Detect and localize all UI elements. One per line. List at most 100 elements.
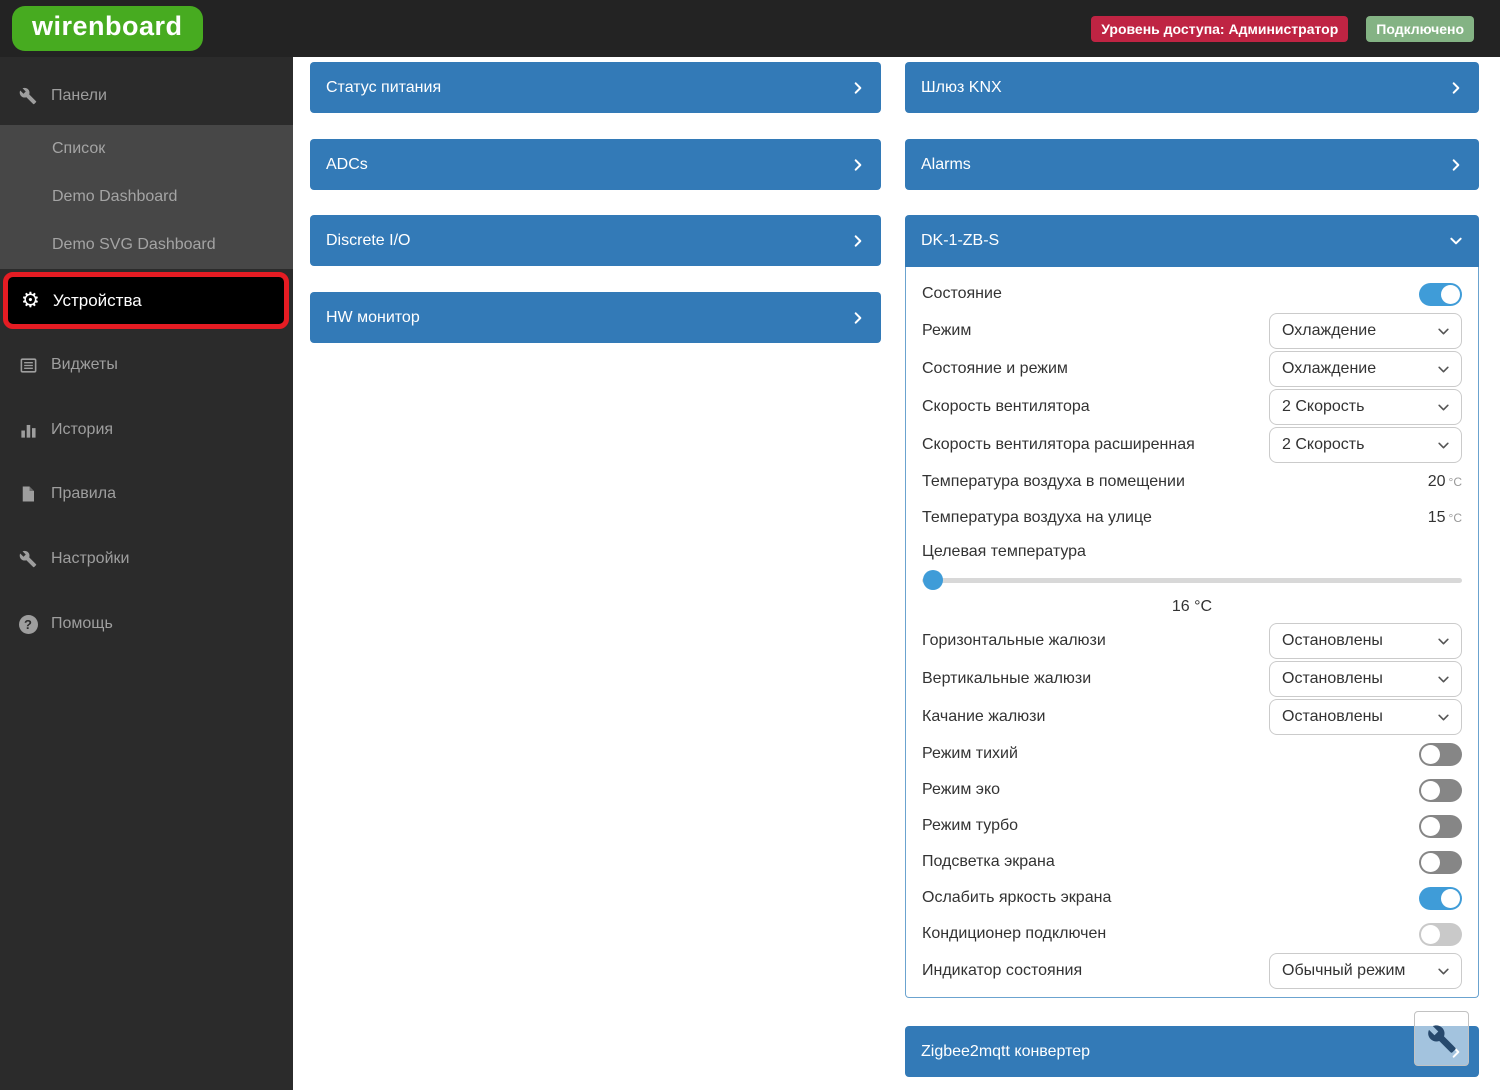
sidebar-item-label: Настройки [51, 550, 129, 568]
state-and-mode-select[interactable]: Охлаждение [1269, 351, 1462, 387]
device-row: Состояние и режим Охлаждение [922, 350, 1462, 388]
chevron-down-icon [1437, 401, 1450, 414]
eco-mode-toggle[interactable] [1419, 779, 1462, 802]
wirenboard-logo[interactable]: wirenboard [12, 6, 203, 51]
control-label: Ослабить яркость экрана [922, 889, 1111, 907]
select-value: 2 Скорость [1282, 436, 1364, 454]
top-bar: wirenboard Уровень доступа: Администрато… [0, 0, 1500, 57]
sidebar-item-demo-dashboard[interactable]: Demo Dashboard [0, 173, 293, 221]
control-label: Режим [922, 322, 971, 340]
panel-title: HW монитор [326, 309, 420, 327]
quiet-mode-toggle[interactable] [1419, 743, 1462, 766]
device-row: Горизонтальные жалюзи Остановлены [922, 622, 1462, 660]
select-value: 2 Скорость [1282, 398, 1364, 416]
control-label: Горизонтальные жалюзи [922, 632, 1106, 650]
toggle-knob [1421, 817, 1440, 836]
wrench-icon [18, 86, 38, 106]
horizontal-blinds-select[interactable]: Остановлены [1269, 623, 1462, 659]
panel-discrete-io[interactable]: Discrete I/O [310, 215, 881, 266]
sidebar-item-label: Панели [51, 87, 107, 105]
chevron-down-icon [1437, 635, 1450, 648]
control-label: Подсветка экрана [922, 853, 1055, 871]
gear-icon: ⚙ [21, 290, 40, 311]
panel-alarms[interactable]: Alarms [905, 139, 1479, 190]
chevron-right-icon [851, 158, 865, 172]
sidebar-item-rules[interactable]: Правила [0, 472, 293, 516]
control-label: Режим тихий [922, 745, 1018, 763]
chevron-right-icon [1449, 158, 1463, 172]
control-label: Состояние и режим [922, 360, 1068, 378]
control-label: Состояние [922, 285, 1002, 303]
edit-dashboard-button[interactable] [1414, 1011, 1469, 1066]
panel-zigbee2mqtt[interactable]: Zigbee2mqtt конвертер [905, 1026, 1479, 1077]
device-row: Индикатор состояния Обычный режим [922, 952, 1462, 990]
device-row: Режим тихий [922, 736, 1462, 772]
control-label: Скорость вентилятора расширенная [922, 436, 1195, 454]
select-value: Остановлены [1282, 632, 1383, 650]
panel-knx-gateway[interactable]: Шлюз KNX [905, 62, 1479, 113]
question-circle-icon: ? [18, 614, 38, 634]
mode-select[interactable]: Охлаждение [1269, 313, 1462, 349]
device-row: Ослабить яркость экрана [922, 880, 1462, 916]
connection-status-badge: Подключено [1366, 16, 1474, 42]
control-label: Кондиционер подключен [922, 925, 1106, 943]
state-toggle[interactable] [1419, 283, 1462, 306]
toggle-knob [1441, 285, 1460, 304]
toggle-knob [1441, 889, 1460, 908]
control-label: Вертикальные жалюзи [922, 670, 1091, 688]
sidebar-item-history[interactable]: История [0, 408, 293, 452]
chevron-down-icon [1437, 711, 1450, 724]
sidebar-item-widgets[interactable]: Виджеты [0, 343, 293, 387]
device-row: Режим эко [922, 772, 1462, 808]
status-indicator-select[interactable]: Обычный режим [1269, 953, 1462, 989]
device-row: Режим турбо [922, 808, 1462, 844]
sidebar-item-help[interactable]: ? Помощь [0, 602, 293, 646]
chevron-right-icon [851, 234, 865, 248]
device-row: Скорость вентилятора расширенная 2 Скоро… [922, 426, 1462, 464]
slider-thumb[interactable] [923, 570, 943, 590]
panel-power-status[interactable]: Статус питания [310, 62, 881, 113]
control-label: Температура воздуха в помещении [922, 473, 1185, 491]
file-icon [18, 484, 38, 504]
panel-title: Discrete I/O [326, 232, 410, 250]
chevron-down-icon [1449, 234, 1463, 248]
device-row: Вертикальные жалюзи Остановлены [922, 660, 1462, 698]
target-temperature-slider[interactable] [922, 570, 1462, 590]
sidebar-item-demo-svg-dashboard[interactable]: Demo SVG Dashboard [0, 221, 293, 269]
device-row: Температура воздуха на улице 15°C [922, 500, 1462, 536]
device-row: Кондиционер подключен [922, 916, 1462, 952]
slider-track[interactable] [922, 578, 1462, 583]
select-value: Охлаждение [1282, 360, 1376, 378]
chevron-right-icon [851, 81, 865, 95]
chevron-down-icon [1437, 673, 1450, 686]
panel-dk-1-zb-s[interactable]: DK-1-ZB-S [905, 215, 1479, 267]
vertical-blinds-select[interactable]: Остановлены [1269, 661, 1462, 697]
device-row: Качание жалюзи Остановлены [922, 698, 1462, 736]
turbo-mode-toggle[interactable] [1419, 815, 1462, 838]
select-value: Охлаждение [1282, 322, 1376, 340]
screen-backlight-toggle[interactable] [1419, 851, 1462, 874]
fan-speed-select[interactable]: 2 Скорость [1269, 389, 1462, 425]
ac-connected-toggle [1419, 923, 1462, 946]
panel-title: DK-1-ZB-S [921, 232, 999, 250]
panel-title: ADCs [326, 156, 368, 174]
chevron-down-icon [1437, 363, 1450, 376]
sidebar: Панели Список Demo Dashboard Demo SVG Da… [0, 57, 293, 1090]
sidebar-item-label: Помощь [51, 615, 113, 633]
sidebar-item-panels[interactable]: Панели [0, 74, 293, 118]
panel-hw-monitor[interactable]: HW монитор [310, 292, 881, 343]
sidebar-item-settings[interactable]: Настройки [0, 537, 293, 581]
sidebar-item-list[interactable]: Список [0, 125, 293, 173]
toggle-knob [1421, 925, 1440, 944]
dim-screen-toggle[interactable] [1419, 887, 1462, 910]
sidebar-item-devices[interactable]: ⚙ Устройства [3, 272, 289, 329]
panel-adcs[interactable]: ADCs [310, 139, 881, 190]
panel-title: Статус питания [326, 79, 441, 97]
device-row [922, 568, 1462, 592]
wrench-icon [1427, 1024, 1457, 1054]
wirenboard-app: wirenboard Уровень доступа: Администрато… [0, 0, 1500, 1090]
wrench-icon [18, 549, 38, 569]
fan-speed-extended-select[interactable]: 2 Скорость [1269, 427, 1462, 463]
chevron-down-icon [1437, 439, 1450, 452]
swing-blinds-select[interactable]: Остановлены [1269, 699, 1462, 735]
